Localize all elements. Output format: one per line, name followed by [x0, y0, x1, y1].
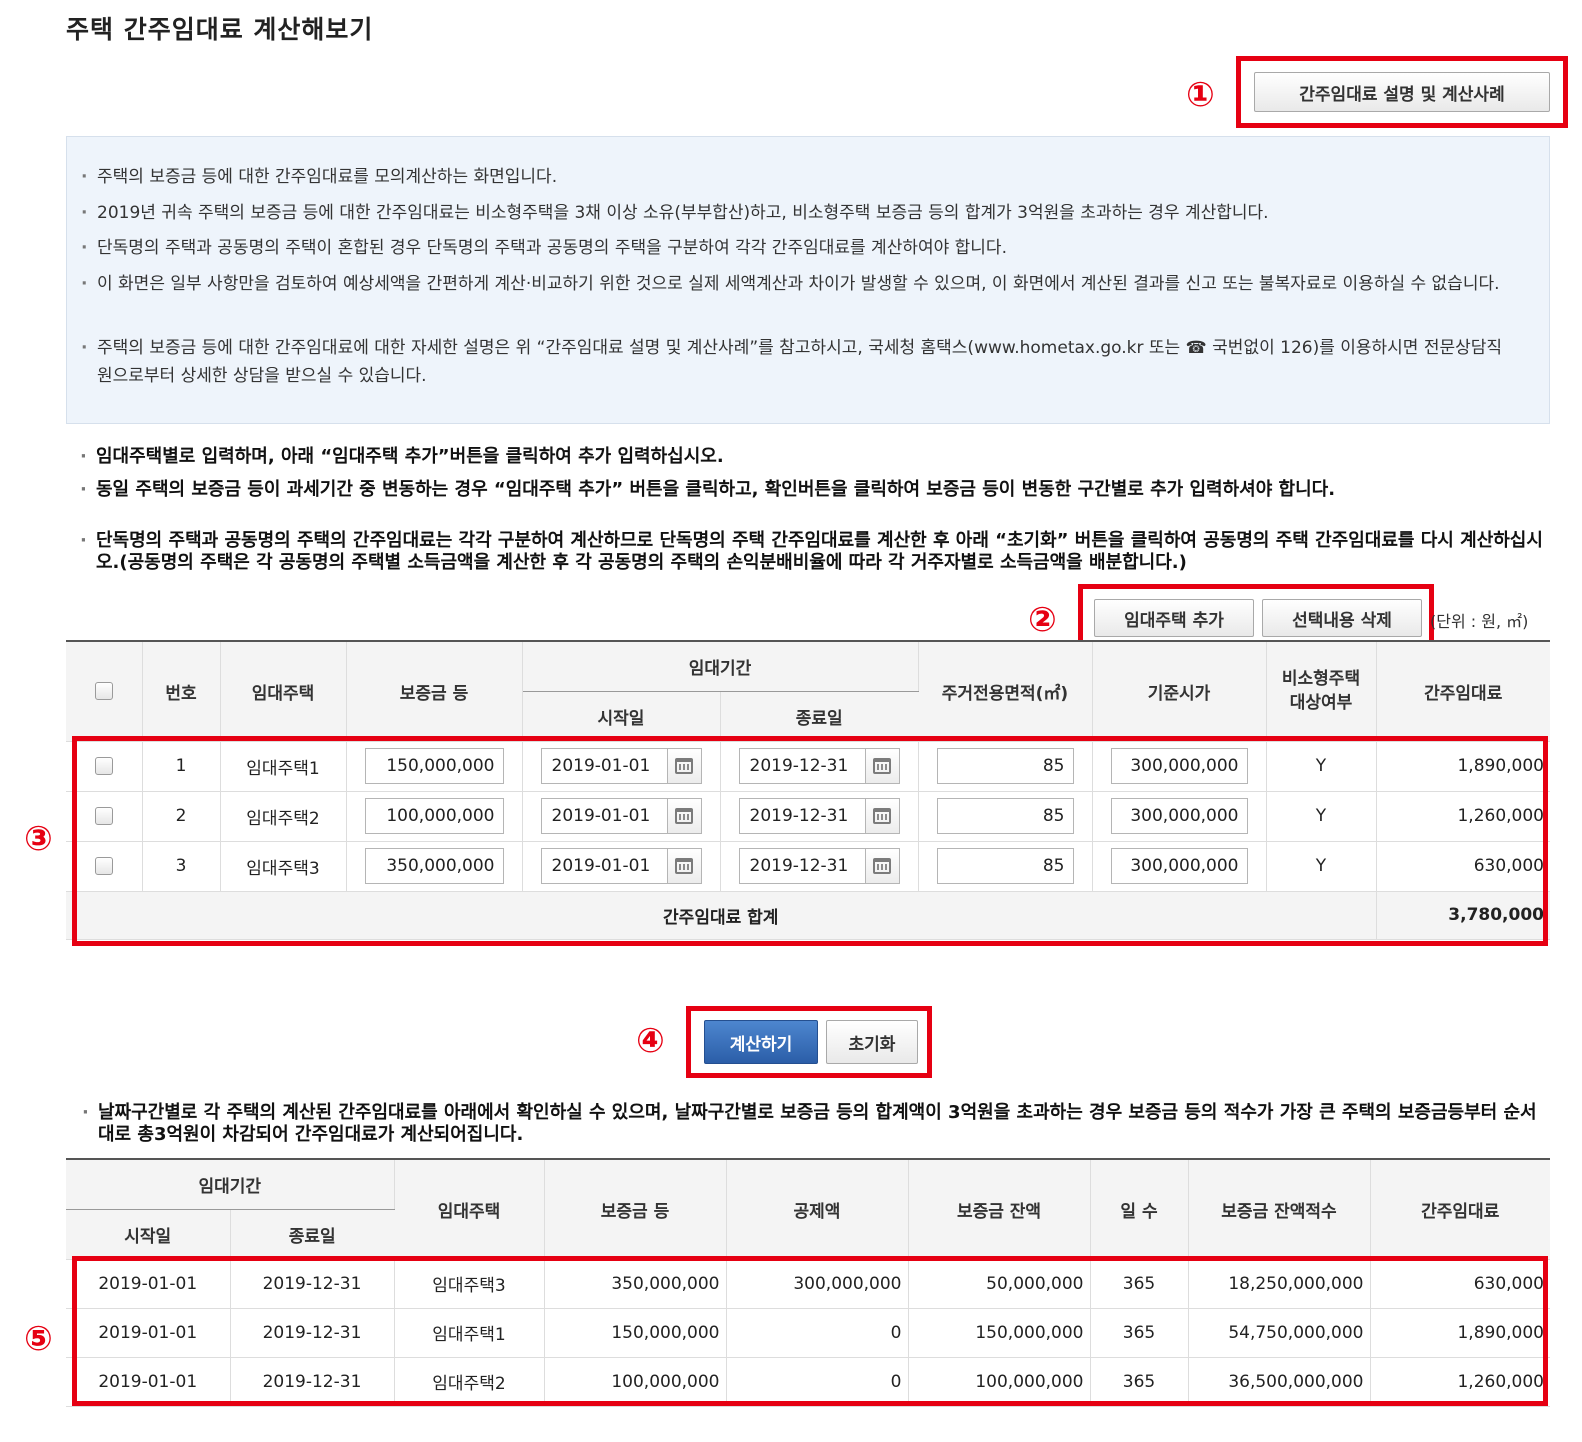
res-col-house: 임대주택 — [394, 1158, 545, 1260]
add-house-button[interactable]: 임대주택 추가 — [1094, 599, 1254, 637]
res-col-start: 시작일 — [66, 1209, 231, 1260]
note: 동일 주택의 보증금 등이 과세기간 중 변동하는 경우 “임대주택 추가” 버… — [80, 479, 1546, 501]
marker-2: ② — [1028, 600, 1057, 640]
col-price: 기준시가 — [1092, 640, 1267, 742]
res-col-deduction: 공제액 — [726, 1158, 909, 1260]
select-all-cell — [66, 640, 143, 742]
col-start: 시작일 — [522, 691, 721, 742]
explain-button[interactable]: 간주임대료 설명 및 계산사례 — [1254, 72, 1550, 112]
info-line: 이 화면은 일부 사항만을 검토하여 예상세액을 간편하게 계산·비교하기 위한… — [81, 270, 1507, 298]
marker-4: ④ — [636, 1021, 665, 1061]
marker-5: ⑤ — [24, 1319, 53, 1359]
col-end: 종료일 — [720, 691, 918, 742]
res-col-balance: 보증금 잔액 — [908, 1158, 1091, 1260]
unit-label: (단위 : 원, ㎡) — [1430, 612, 1529, 631]
delete-selected-button[interactable]: 선택내용 삭제 — [1262, 599, 1422, 637]
reset-button[interactable]: 초기화 — [826, 1020, 918, 1064]
col-period: 임대기간 — [522, 640, 919, 692]
res-col-rent: 간주임대료 — [1370, 1158, 1550, 1260]
col-nonsmall-line1: 비소형주택 — [1281, 669, 1361, 690]
col-nonsmall: 비소형주택 대상여부 — [1266, 640, 1377, 742]
result-note: 날짜구간별로 각 주택의 계산된 간주임대료를 아래에서 확인하실 수 있으며,… — [82, 1102, 1550, 1146]
res-col-balance-sum: 보증금 잔액적수 — [1188, 1158, 1371, 1260]
res-col-end: 종료일 — [230, 1209, 394, 1260]
page-title: 주택 간주임대료 계산해보기 — [66, 15, 374, 44]
res-col-deposit: 보증금 등 — [544, 1158, 727, 1260]
info-box: 주택의 보증금 등에 대한 간주임대료를 모의계산하는 화면입니다. 2019년… — [66, 136, 1550, 424]
calculate-button[interactable]: 계산하기 — [704, 1020, 818, 1064]
col-no: 번호 — [142, 640, 221, 742]
res-col-days: 일 수 — [1090, 1158, 1189, 1260]
highlight-box-5 — [72, 1256, 1548, 1406]
select-all-checkbox[interactable] — [94, 682, 113, 701]
highlight-box-3 — [72, 736, 1548, 946]
col-deposit: 보증금 등 — [346, 640, 523, 742]
note: 임대주택별로 입력하며, 아래 “임대주택 추가”버튼을 클릭하여 추가 입력하… — [80, 446, 1546, 468]
col-area: 주거전용면적(㎡) — [918, 640, 1093, 742]
col-rent: 간주임대료 — [1376, 640, 1550, 742]
info-line: 2019년 귀속 주택의 보증금 등에 대한 간주임대료는 비소형주택을 3채 … — [81, 199, 1507, 227]
marker-3: ③ — [24, 819, 53, 859]
col-house: 임대주택 — [220, 640, 347, 742]
info-line: 단독명의 주택과 공동명의 주택이 혼합된 경우 단독명의 주택과 공동명의 주… — [81, 234, 1507, 262]
res-col-period: 임대기간 — [66, 1158, 395, 1210]
info-line: 주택의 보증금 등에 대한 간주임대료에 대한 자세한 설명은 위 “간주임대료… — [81, 334, 1507, 390]
note: 단독명의 주택과 공동명의 주택의 간주임대료는 각각 구분하여 계산하므로 단… — [80, 530, 1546, 574]
col-nonsmall-line2: 대상여부 — [1289, 693, 1353, 714]
info-line: 주택의 보증금 등에 대한 간주임대료를 모의계산하는 화면입니다. — [81, 163, 1507, 191]
marker-1: ① — [1186, 75, 1215, 115]
